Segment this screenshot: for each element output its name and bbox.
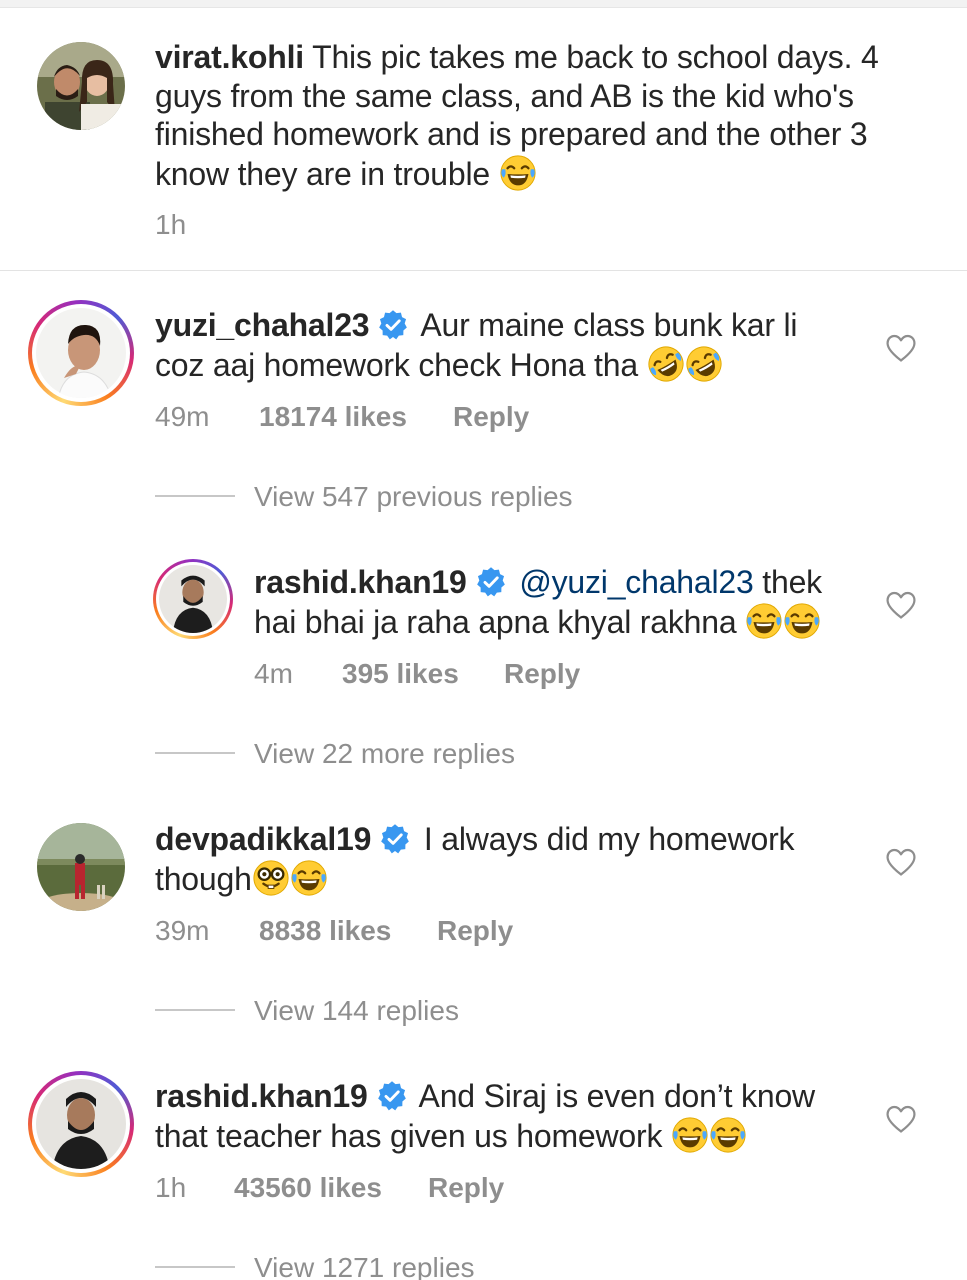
replies-divider	[155, 752, 235, 754]
profile-photo-icon	[159, 565, 227, 633]
replies-divider	[155, 495, 235, 497]
avatar[interactable]	[37, 823, 125, 911]
avatar[interactable]	[37, 42, 125, 130]
comment-username[interactable]: rashid.khan19	[254, 564, 467, 600]
nerd-emoji-icon	[252, 859, 290, 897]
view-replies-button[interactable]: View 1271 replies	[254, 1252, 475, 1280]
comment-meta: 39m 8838 likes Reply	[155, 915, 605, 947]
caption-time: 1h	[155, 209, 187, 240]
comment-username[interactable]: rashid.khan19	[155, 1078, 368, 1114]
comment-time: 49m	[155, 401, 210, 432]
profile-photo-icon	[37, 823, 125, 911]
comment-time: 1h	[155, 1172, 187, 1203]
comment-text: rashid.khan19 And Siraj is even don’t kn…	[155, 1077, 855, 1155]
heart-icon[interactable]	[885, 1104, 917, 1134]
like-count[interactable]: 18174 likes	[259, 401, 407, 433]
joy-emoji-icon	[709, 1116, 747, 1154]
comment-text: rashid.khan19 @yuzi_chahal23 thek hai bh…	[254, 563, 854, 641]
comment-text: yuzi_chahal23 Aur maine class bunk kar l…	[155, 306, 855, 384]
heart-icon[interactable]	[885, 333, 917, 363]
verified-badge-icon	[376, 1080, 408, 1112]
profile-photo-icon	[36, 1079, 126, 1169]
verified-badge-icon	[475, 566, 507, 598]
avatar-story-ring[interactable]	[28, 1071, 134, 1177]
heart-icon[interactable]	[885, 847, 917, 877]
comment-time: 4m	[254, 658, 293, 689]
like-count[interactable]: 43560 likes	[234, 1172, 382, 1204]
mention-link[interactable]: @yuzi_chahal23	[519, 564, 753, 600]
joy-emoji-icon	[745, 602, 783, 640]
like-count[interactable]: 395 likes	[342, 658, 459, 690]
verified-badge-icon	[377, 309, 409, 341]
rofl-emoji-icon	[647, 345, 685, 383]
view-replies-button[interactable]: View 144 replies	[254, 995, 459, 1027]
like-count[interactable]: 8838 likes	[259, 915, 391, 947]
comment-time: 39m	[155, 915, 210, 946]
rofl-emoji-icon	[685, 345, 723, 383]
profile-photo-icon	[37, 42, 125, 130]
caption-username[interactable]: virat.kohli	[155, 39, 304, 75]
replies-divider	[155, 1009, 235, 1011]
comment-username[interactable]: yuzi_chahal23	[155, 307, 370, 343]
top-divider	[0, 0, 967, 8]
caption-divider	[0, 270, 967, 271]
comment-meta: 4m 395 likes Reply	[254, 658, 654, 690]
caption-timestamp: 1h	[155, 209, 186, 241]
reply-button[interactable]: Reply	[437, 915, 513, 947]
comment-meta: 1h 43560 likes Reply	[155, 1172, 605, 1204]
joy-emoji-icon	[783, 602, 821, 640]
verified-badge-icon	[379, 823, 411, 855]
view-replies-button[interactable]: View 22 more replies	[254, 738, 515, 770]
avatar-story-ring[interactable]	[153, 559, 233, 639]
reply-button[interactable]: Reply	[453, 401, 529, 433]
caption-text: virat.kohli This pic takes me back to sc…	[155, 38, 915, 193]
joy-emoji-icon	[290, 859, 328, 897]
replies-divider	[155, 1266, 235, 1268]
avatar-story-ring[interactable]	[28, 300, 134, 406]
joy-emoji-icon	[499, 154, 537, 192]
view-replies-button[interactable]: View 547 previous replies	[254, 481, 573, 513]
heart-icon[interactable]	[885, 590, 917, 620]
reply-button[interactable]: Reply	[428, 1172, 504, 1204]
comment-username[interactable]: devpadikkal19	[155, 821, 371, 857]
reply-button[interactable]: Reply	[504, 658, 580, 690]
comment-meta: 49m 18174 likes Reply	[155, 401, 655, 433]
joy-emoji-icon	[671, 1116, 709, 1154]
profile-photo-icon	[36, 308, 126, 398]
comment-text: devpadikkal19 I always did my homework t…	[155, 820, 845, 898]
